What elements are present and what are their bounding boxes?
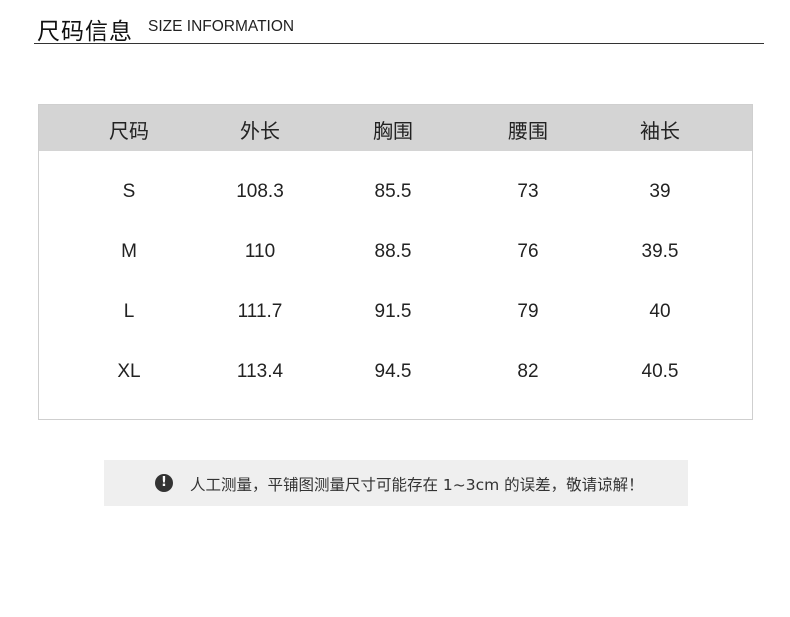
note-text: 人工测量，平铺图测量尺寸可能存在 1~3cm 的误差，敬请谅解！ (190, 476, 644, 494)
table-cell: 110 (244, 241, 276, 262)
table-cell: 73 (517, 181, 539, 202)
table-cell: 79 (517, 301, 539, 322)
table-cell: 108.3 (236, 181, 284, 202)
measurement-note: ! 人工测量，平铺图测量尺寸可能存在 1~3cm 的误差，敬请谅解！ (104, 460, 688, 506)
table-cell: 40 (649, 301, 671, 322)
table-cell: 39 (649, 181, 671, 202)
table-cell: M (121, 241, 137, 262)
table-cell: 91.5 (374, 301, 412, 322)
column-header-chest: 胸围 (373, 119, 413, 143)
column-header-length: 外长 (240, 119, 280, 143)
table-cell: 82 (517, 361, 539, 382)
exclamation-circle-icon: ! (155, 474, 173, 492)
table-cell: S (122, 181, 136, 202)
table-header-row: 尺码 外长 胸围 腰围 袖长 (39, 105, 752, 151)
table-cell: 113.4 (236, 361, 284, 382)
table-cell: XL (117, 361, 141, 382)
table-cell: L (123, 301, 135, 322)
column-header-waist: 腰围 (508, 119, 548, 143)
table-cell: 39.5 (641, 241, 679, 262)
table-cell: 111.7 (237, 301, 283, 322)
table-cell: 88.5 (374, 241, 412, 262)
size-table: 尺码 外长 胸围 腰围 袖长 S 108.3 85.5 73 39 M 110 … (38, 104, 753, 420)
table-cell: 85.5 (374, 181, 412, 202)
section-header: 尺码信息 SIZE INFORMATION (34, 10, 764, 45)
section-title: 尺码信息 (37, 19, 133, 45)
table-cell: 94.5 (374, 361, 412, 382)
section-subtitle: SIZE INFORMATION (148, 18, 295, 35)
column-header-size: 尺码 (109, 119, 149, 143)
table-cell: 76 (517, 241, 539, 262)
table-cell: 40.5 (641, 361, 679, 382)
column-header-sleeve: 袖长 (640, 119, 680, 143)
